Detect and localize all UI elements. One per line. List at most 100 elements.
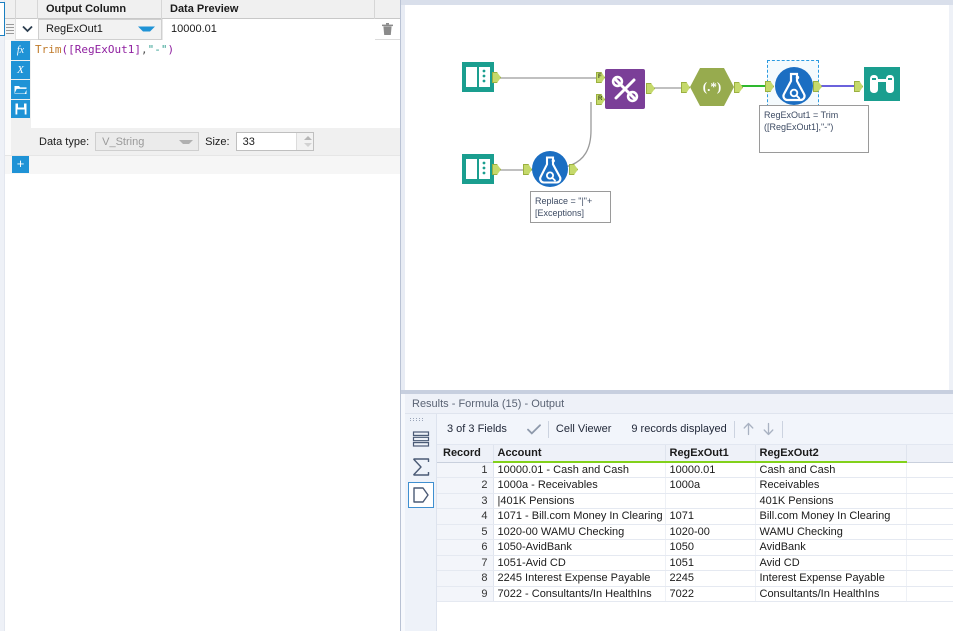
add-row-icon[interactable]: + <box>12 156 29 173</box>
cell-record: 8 <box>437 570 494 587</box>
formula-token-function: Trim <box>35 43 62 56</box>
row-collapse-chevron-icon[interactable] <box>16 19 38 40</box>
column-header-regexout1[interactable]: RegExOut1 <box>665 445 756 463</box>
config-grid-row: RegExOut1 10000.01 <box>5 18 400 40</box>
trash-icon[interactable] <box>375 19 400 40</box>
column-header-account[interactable]: Account <box>493 445 666 463</box>
quantity-stepper[interactable] <box>295 133 313 150</box>
header-output-column: Output Column <box>38 0 162 19</box>
regex-tool[interactable]: (.*) <box>689 66 735 108</box>
cell-regexout1: 2245 <box>665 570 756 587</box>
cell-filler <box>906 586 953 602</box>
header-handle-spacer <box>5 0 16 19</box>
cell-regexout2: WAMU Checking <box>755 524 907 540</box>
anchor-label-replace: R <box>598 96 603 102</box>
table-row[interactable]: 3 |401K Pensions 401K Pensions <box>437 493 953 509</box>
arrow-down-icon[interactable] <box>762 422 775 436</box>
cell-account: 1020-00 WAMU Checking <box>493 524 666 540</box>
formula-expression-editor[interactable]: Trim([RegExOut1],"-") <box>31 40 400 118</box>
table-row[interactable]: 4 1071 - Bill.com Money In Clearing 1071 Bi… <box>437 508 953 525</box>
cell-regexout2: AvidBank <box>755 539 907 556</box>
results-toolbar: 3 of 3 Fields Cell Viewer 9 records disp… <box>437 414 953 445</box>
table-row[interactable]: 5 1020-00 WAMU Checking 1020-00 WAMU Checki… <box>437 524 953 540</box>
data-type-combobox[interactable]: V_String <box>95 132 200 151</box>
regex-glyph-label: (.*) <box>702 79 722 94</box>
alteryx-designer-window: Output Column Data Preview RegExOut1 100… <box>0 0 953 631</box>
cell-account: 1000a - Receivables <box>493 477 666 494</box>
cell-regexout1: 1020-00 <box>665 524 756 540</box>
cell-record: 1 <box>437 462 494 478</box>
cell-filler <box>906 508 953 525</box>
table-row[interactable]: 2 1000a - Receivables 1000a Receivables <box>437 477 953 494</box>
cell-record: 5 <box>437 524 494 540</box>
row-drag-handle[interactable] <box>5 18 16 40</box>
data-view-icon[interactable] <box>408 426 434 452</box>
fields-count-label[interactable]: 3 of 3 Fields <box>447 423 507 435</box>
formula-token-string: "-" <box>147 43 168 56</box>
cell-regexout2: Cash and Cash <box>755 462 907 478</box>
table-row[interactable]: 1 10000.01 - Cash and Cash 10000.01 Cash an… <box>437 462 953 478</box>
arrow-up-icon[interactable] <box>742 422 755 436</box>
data-type-value: V_String <box>102 135 145 148</box>
header-action-spacer <box>375 0 400 19</box>
config-grid-header: Output Column Data Preview <box>5 0 400 19</box>
find-replace-annotation-line1: Replace = "|"+ <box>535 196 593 206</box>
results-panel: Results - Formula (15) - Output 3 of 3 F… <box>400 390 953 631</box>
formula-annotation-line1: RegExOut1 = Trim <box>764 110 839 120</box>
chevron-down-icon[interactable] <box>138 26 155 32</box>
table-row[interactable]: 7 1051-Avid CD 1051 Avid CD <box>437 555 953 571</box>
cell-regexout2: Interest Expense Payable <box>755 570 907 587</box>
chevron-down-icon[interactable] <box>179 139 194 144</box>
input-data-tool-bottom[interactable] <box>459 150 497 188</box>
cell-filler <box>906 570 953 587</box>
save-disk-icon[interactable] <box>11 99 30 118</box>
cell-account: 1051-Avid CD <box>493 555 666 571</box>
cell-regexout2: Receivables <box>755 477 907 494</box>
open-folder-icon[interactable] <box>11 80 30 99</box>
results-data-table[interactable]: Record Account RegExOut1 RegExOut2 1 1000… <box>437 445 953 631</box>
cell-regexout1: 7022 <box>665 586 756 602</box>
results-title: Results - Formula (15) - Output <box>405 394 953 414</box>
header-expand-spacer <box>16 0 38 19</box>
cell-account: |401K Pensions <box>493 493 666 509</box>
check-icon[interactable] <box>527 423 541 435</box>
formula-annotation: RegExOut1 = Trim ([RegExOut1],"-") <box>759 105 869 153</box>
table-row[interactable]: 8 2245 Interest Expense Payable 2245 Intere… <box>437 570 953 587</box>
cell-regexout2: Consultants/In HealthIns <box>755 586 907 602</box>
data-preview-value: 10000.01 <box>162 18 375 40</box>
column-header-regexout2[interactable]: RegExOut2 <box>755 445 907 463</box>
table-row[interactable]: 9 7022 - Consultants/In HealthIns 7022 Cons… <box>437 586 953 602</box>
toolbar-separator <box>733 420 735 438</box>
cell-account: 7022 - Consultants/In HealthIns <box>493 586 666 602</box>
cell-regexout2: Avid CD <box>755 555 907 571</box>
cell-account: 1050-AvidBank <box>493 539 666 556</box>
metadata-tag-icon[interactable] <box>408 482 434 508</box>
input-data-tool-top[interactable] <box>459 58 497 96</box>
records-displayed-label: 9 records displayed <box>631 423 727 435</box>
profile-sigma-icon[interactable] <box>408 454 434 480</box>
formula-token-comma: , <box>140 43 148 56</box>
formula-annotation-line2: ([RegExOut1],"-") <box>764 122 834 132</box>
size-label: Size: <box>205 135 230 148</box>
cell-viewer-label[interactable]: Cell Viewer <box>556 423 611 435</box>
output-column-combobox[interactable]: RegExOut1 <box>38 18 162 40</box>
fx-icon[interactable]: fx <box>11 41 30 60</box>
find-replace-tool[interactable] <box>604 68 646 110</box>
cell-account: 1071 - Bill.com Money In Clearing <box>493 508 666 525</box>
rail-drag-dots[interactable] <box>410 418 430 422</box>
workflow-canvas[interactable]: F R (.*) RegExOut1 = Trim ([RegExOut1],"… <box>400 0 953 390</box>
formula-tool-selected[interactable] <box>774 66 814 106</box>
output-column-value: RegExOut1 <box>46 23 103 35</box>
formula-tool-lower[interactable] <box>531 150 569 188</box>
cell-record: 7 <box>437 555 494 571</box>
cell-regexout1: 1050 <box>665 539 756 556</box>
table-body: 1 10000.01 - Cash and Cash 10000.01 Cash an… <box>437 462 953 602</box>
variable-x-icon[interactable]: X <box>11 60 30 79</box>
cell-filler <box>906 462 953 478</box>
browse-tool[interactable] <box>861 63 903 105</box>
size-input[interactable]: 33 <box>235 132 314 151</box>
anchor-label-find: F <box>598 74 602 80</box>
table-row[interactable]: 6 1050-AvidBank 1050 AvidBank <box>437 539 953 556</box>
column-header-record[interactable]: Record <box>437 445 494 463</box>
cell-regexout1 <box>665 493 756 509</box>
